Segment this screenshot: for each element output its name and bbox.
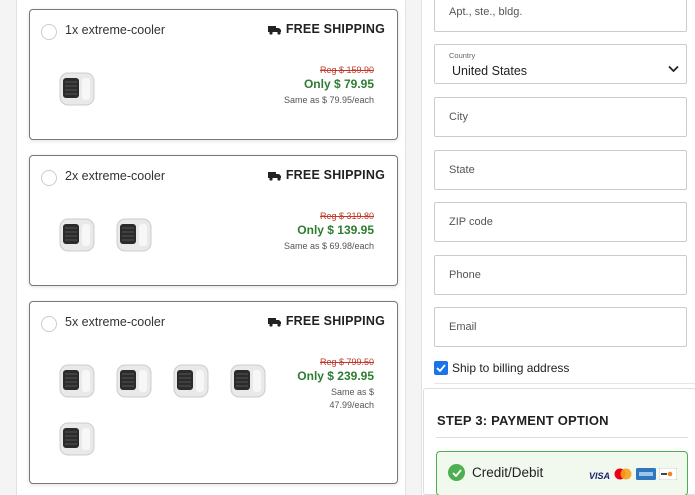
divider xyxy=(436,437,688,438)
credit-debit-label: Credit/Debit xyxy=(472,465,544,480)
package-radio[interactable] xyxy=(41,316,57,332)
city-placeholder: City xyxy=(449,111,468,123)
cooler-product-icon xyxy=(229,362,267,400)
per-unit-price: Same as $ 47.99/each xyxy=(297,386,374,412)
regular-price: Reg $ 799.50 xyxy=(319,357,374,367)
check-circle-icon xyxy=(448,464,465,481)
phone-field[interactable]: Phone xyxy=(434,255,687,295)
package-radio[interactable] xyxy=(41,170,57,186)
ship-to-billing-checkbox[interactable] xyxy=(434,361,448,375)
per-unit-line-1: Same as $ xyxy=(330,387,374,397)
cooler-product-icon xyxy=(58,420,96,458)
product-thumbs xyxy=(58,70,288,108)
per-unit-line-1: Same as $ 69.98/each xyxy=(283,241,374,251)
visa-icon: VISA xyxy=(588,471,610,481)
cooler-product-icon xyxy=(172,362,210,400)
package-title: 2x extreme-cooler xyxy=(65,169,166,183)
truck-icon xyxy=(267,24,282,35)
regular-price: Reg $ 159.90 xyxy=(319,65,374,75)
city-field[interactable]: City xyxy=(434,97,687,137)
credit-debit-option[interactable]: Credit/Debit VISA xyxy=(436,451,688,495)
country-label: Country xyxy=(449,51,476,60)
mastercard-icon xyxy=(613,467,633,485)
apt-suite-field[interactable]: Apt., ste., bldg. xyxy=(434,0,687,32)
email-field[interactable]: Email xyxy=(434,307,687,347)
regular-price: Reg $ 319.80 xyxy=(319,211,374,221)
truck-icon xyxy=(267,316,282,327)
package-selection-column: 1x extreme-cooler FREE SHIPPING Reg $ 15… xyxy=(16,0,406,495)
sale-price: Only $ 139.95 xyxy=(297,223,374,237)
chevron-down-icon xyxy=(668,60,679,78)
cooler-product-icon xyxy=(115,362,153,400)
shipping-text: FREE SHIPPING xyxy=(285,168,385,182)
cooler-product-icon xyxy=(115,216,153,254)
checkout-page: 1x extreme-cooler FREE SHIPPING Reg $ 15… xyxy=(0,0,695,495)
discover-icon xyxy=(658,467,678,485)
payment-step-title: STEP 3: PAYMENT OPTION xyxy=(437,413,609,428)
zip-placeholder: ZIP code xyxy=(449,216,493,228)
checkout-form-column: Apt., ste., bldg. Country United States … xyxy=(421,0,695,495)
per-unit-price: Same as $ 69.98/each xyxy=(284,240,374,253)
per-unit-price: Same as $ 79.95/each xyxy=(284,94,374,107)
free-shipping-badge: FREE SHIPPING xyxy=(267,314,385,328)
price-box: Reg $ 159.90 Only $ 79.95 Same as $ 79.9… xyxy=(284,65,374,107)
free-shipping-badge: FREE SHIPPING xyxy=(267,168,385,182)
price-box: Reg $ 799.50 Only $ 239.95 Same as $ 47.… xyxy=(297,357,374,412)
product-thumbs xyxy=(58,216,288,254)
state-field[interactable]: State xyxy=(434,150,687,190)
per-unit-line-2: 47.99/each xyxy=(329,400,374,411)
divider xyxy=(434,383,695,384)
ship-to-billing-toggle[interactable]: Ship to billing address xyxy=(434,361,569,375)
shipping-text: FREE SHIPPING xyxy=(285,22,385,36)
cooler-product-icon xyxy=(58,362,96,400)
country-select[interactable]: Country United States xyxy=(434,44,687,84)
phone-placeholder: Phone xyxy=(449,269,481,281)
package-option-1x[interactable]: 1x extreme-cooler FREE SHIPPING Reg $ 15… xyxy=(29,9,398,140)
package-option-2x[interactable]: 2x extreme-cooler FREE SHIPPING Reg $ 31… xyxy=(29,155,398,286)
price-box: Reg $ 319.80 Only $ 139.95 Same as $ 69.… xyxy=(284,211,374,253)
card-logos: VISA xyxy=(588,467,678,485)
email-placeholder: Email xyxy=(449,321,477,333)
package-title: 5x extreme-cooler xyxy=(65,315,166,329)
state-placeholder: State xyxy=(449,164,475,176)
free-shipping-badge: FREE SHIPPING xyxy=(267,22,385,36)
package-option-5x[interactable]: 5x extreme-cooler FREE SHIPPING Reg $ 79… xyxy=(29,301,398,484)
shipping-text: FREE SHIPPING xyxy=(285,314,385,328)
cooler-product-icon xyxy=(58,70,96,108)
sale-price: Only $ 79.95 xyxy=(303,77,374,91)
package-radio[interactable] xyxy=(41,24,57,40)
sale-price: Only $ 239.95 xyxy=(297,369,374,383)
ship-to-billing-label: Ship to billing address xyxy=(452,361,570,375)
cooler-product-icon xyxy=(58,216,96,254)
zip-code-field[interactable]: ZIP code xyxy=(434,202,687,242)
payment-step-card: STEP 3: PAYMENT OPTION Credit/Debit VISA xyxy=(423,388,695,495)
truck-icon xyxy=(267,170,282,181)
package-title: 1x extreme-cooler xyxy=(65,23,166,37)
product-thumbs xyxy=(58,362,288,458)
apt-placeholder: Apt., ste., bldg. xyxy=(449,6,523,18)
amex-icon xyxy=(636,467,656,485)
country-value: United States xyxy=(452,64,528,78)
per-unit-line-1: Same as $ 79.95/each xyxy=(283,95,374,105)
